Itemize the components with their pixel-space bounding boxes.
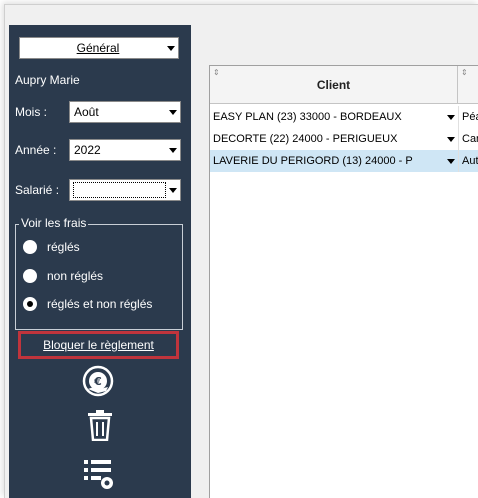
- chevron-down-icon[interactable]: [444, 115, 458, 120]
- radio-button[interactable]: [23, 269, 37, 283]
- user-name: Aupry Marie: [15, 73, 80, 87]
- chevron-down-icon: [166, 188, 180, 193]
- radio-regles[interactable]: réglés: [23, 240, 80, 254]
- chevron-down-icon[interactable]: [444, 159, 458, 164]
- chevron-down-icon: [164, 46, 178, 51]
- app-window: Général Aupry Marie Mois : Août Année : …: [4, 4, 478, 498]
- client-cell[interactable]: EASY PLAN (23) 33000 - BORDEAUX: [210, 111, 458, 123]
- client-cell[interactable]: DECORTE (22) 24000 - PERIGUEUX: [210, 133, 458, 145]
- mois-select[interactable]: Août: [69, 101, 181, 123]
- chevron-down-icon[interactable]: [444, 137, 458, 142]
- annee-label: Année :: [15, 143, 57, 157]
- table-row-selected[interactable]: LAVERIE DU PERIGORD (13) 24000 - P Auto: [210, 150, 478, 172]
- salarie-label: Salarié :: [15, 183, 60, 197]
- client-value: EASY PLAN (23) 33000 - BORDEAUX: [213, 111, 402, 123]
- column-header-2[interactable]: ⇕: [458, 66, 478, 103]
- list-settings-icon[interactable]: [83, 457, 115, 496]
- general-select[interactable]: Général: [19, 37, 179, 59]
- radio-label: réglés: [47, 240, 80, 254]
- radio-label: non réglés: [47, 269, 104, 283]
- second-cell[interactable]: Auto: [458, 150, 478, 172]
- general-select-value: Général: [76, 41, 120, 55]
- chevron-down-icon: [166, 148, 180, 153]
- annee-select-value: 2022: [74, 143, 101, 157]
- window-top-strip: [5, 5, 478, 25]
- table-row[interactable]: DECORTE (22) 24000 - PERIGUEUX Carb: [210, 128, 478, 150]
- bloquer-reglement-highlight: Bloquer le règlement: [18, 331, 179, 359]
- chevron-down-icon: [166, 110, 180, 115]
- radio-button[interactable]: [23, 240, 37, 254]
- sort-icon[interactable]: ⇕: [461, 68, 468, 77]
- annee-select[interactable]: 2022: [69, 139, 181, 161]
- client-value: DECORTE (22) 24000 - PERIGUEUX: [213, 133, 398, 145]
- column-header-client[interactable]: ⇕ Client: [210, 66, 458, 103]
- sidebar: Général Aupry Marie Mois : Août Année : …: [9, 25, 191, 498]
- radio-button-selected[interactable]: [23, 297, 37, 311]
- euro-hand-icon[interactable]: €: [82, 365, 114, 402]
- column-header-label: Client: [316, 78, 351, 92]
- trash-icon[interactable]: [87, 409, 113, 446]
- salarie-select[interactable]: [69, 179, 181, 201]
- client-cell[interactable]: LAVERIE DU PERIGORD (13) 24000 - P: [210, 155, 458, 167]
- sort-icon[interactable]: ⇕: [213, 68, 220, 77]
- client-value: LAVERIE DU PERIGORD (13) 24000 - P: [213, 155, 413, 167]
- svg-text:€: €: [93, 375, 102, 388]
- table-row[interactable]: EASY PLAN (23) 33000 - BORDEAUX Péa: [210, 106, 478, 128]
- mois-select-value: Août: [74, 105, 99, 119]
- voir-frais-legend: Voir les frais: [19, 216, 89, 230]
- second-cell[interactable]: Péa: [458, 106, 478, 128]
- radio-label: réglés et non réglés: [47, 297, 153, 311]
- radio-non-regles[interactable]: non réglés: [23, 269, 103, 283]
- bloquer-reglement-link[interactable]: Bloquer le règlement: [43, 338, 154, 352]
- client-table: ⇕ Client ⇕ EASY PLAN (23) 33000 - BORDEA…: [209, 65, 478, 498]
- salarie-select-value: [73, 182, 166, 198]
- mois-label: Mois :: [15, 105, 48, 119]
- table-header: ⇕ Client ⇕: [210, 66, 478, 104]
- radio-regles-et-non-regles[interactable]: réglés et non réglés: [23, 297, 152, 311]
- second-cell[interactable]: Carb: [458, 128, 478, 150]
